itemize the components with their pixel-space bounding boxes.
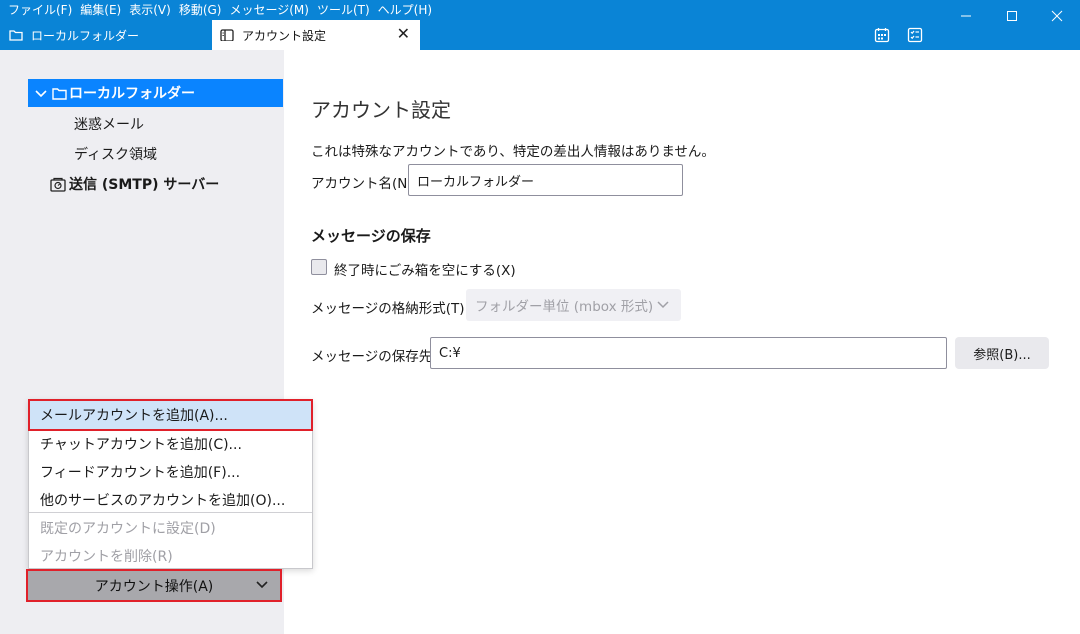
tab-local-folders[interactable]: ローカルフォルダー [0,20,210,50]
outgoing-server-icon [50,177,66,192]
chevron-down-icon [657,301,669,309]
store-path-input[interactable]: C:¥ [430,337,947,369]
store-path-label: メッセージの保存先: [311,349,437,365]
calendar-icon[interactable] [874,27,890,43]
account-name-value: ローカルフォルダー [417,174,535,190]
tree-item-label: 迷惑メール [74,117,144,133]
account-settings-panel: アカウント設定 これは特殊なアカウントであり、特定の差出人情報はありません。 ア… [284,50,1080,634]
browse-button[interactable]: 参照(B)... [955,337,1049,369]
menu-file[interactable]: ファイル(F) [4,0,76,20]
account-settings-icon [220,29,234,41]
storage-heading: メッセージの保存 [311,227,431,245]
folder-icon [9,30,23,41]
menu-bar: ファイル(F) 編集(E) 表示(V) 移動(G) メッセージ(M) ツール(T… [0,0,436,20]
tree-item-label: ディスク領域 [74,147,158,163]
menu-view[interactable]: 表示(V) [125,0,175,20]
account-name-label: アカウント名(N): [311,176,418,192]
account-name-input[interactable]: ローカルフォルダー [408,164,683,196]
menu-item-label: アカウントを削除(R) [40,549,173,565]
tree-item-disk-space[interactable]: ディスク領域 [28,140,283,168]
tree-item-junk[interactable]: 迷惑メール [28,110,283,138]
store-path-value: C:¥ [439,345,461,361]
menu-item-label: 既定のアカウントに設定(D) [40,521,216,537]
menu-item-label: 他のサービスのアカウントを追加(O)... [40,493,286,509]
tab-label: アカウント設定 [242,28,327,43]
tree-item-local-folders[interactable]: ローカルフォルダー [28,79,283,107]
empty-trash-label: 終了時にごみ箱を空にする(X) [334,263,516,279]
menu-item-label: チャットアカウントを追加(C)... [40,437,242,453]
menu-separator [29,512,312,513]
menu-tools[interactable]: ツール(T) [313,0,374,20]
chevron-down-icon[interactable] [34,86,48,100]
browse-button-label: 参照(B)... [973,347,1031,363]
tab-label: ローカルフォルダー [31,28,140,43]
account-description: これは特殊なアカウントであり、特定の差出人情報はありません。 [311,144,715,160]
close-tab-icon[interactable]: ✕ [397,26,410,42]
menu-item-remove-account: アカウントを削除(R) [29,542,312,570]
store-format-select: フォルダー単位 (mbox 形式) [466,289,681,321]
tree-item-label: ローカルフォルダー [69,86,195,102]
title-bar: ファイル(F) 編集(E) 表示(V) 移動(G) メッセージ(M) ツール(T… [0,0,1080,50]
store-format-value: フォルダー単位 (mbox 形式) [475,299,654,315]
menu-help[interactable]: ヘルプ(H) [374,0,436,20]
tree-item-label: 送信 (SMTP) サーバー [69,177,220,193]
empty-trash-checkbox[interactable] [311,259,327,275]
tab-account-settings[interactable]: アカウント設定 ✕ [212,20,420,50]
menu-go[interactable]: 移動(G) [175,0,226,20]
highlight-frame [26,569,282,602]
highlight-frame [28,399,313,431]
menu-item-add-feed-account[interactable]: フィードアカウントを追加(F)... [29,458,312,486]
menu-item-add-other-account[interactable]: 他のサービスのアカウントを追加(O)... [29,486,312,514]
menu-edit[interactable]: 編集(E) [76,0,125,20]
folder-icon [52,87,67,100]
tasks-icon[interactable] [907,27,923,43]
tree-item-smtp[interactable]: 送信 (SMTP) サーバー [28,170,283,198]
menu-item-label: フィードアカウントを追加(F)... [40,465,241,481]
menu-item-set-default: 既定のアカウントに設定(D) [29,514,312,542]
store-format-label: メッセージの格納形式(T): [311,301,470,317]
menu-item-add-chat-account[interactable]: チャットアカウントを追加(C)... [29,430,312,458]
menu-message[interactable]: メッセージ(M) [225,0,312,20]
page-title: アカウント設定 [311,98,451,122]
